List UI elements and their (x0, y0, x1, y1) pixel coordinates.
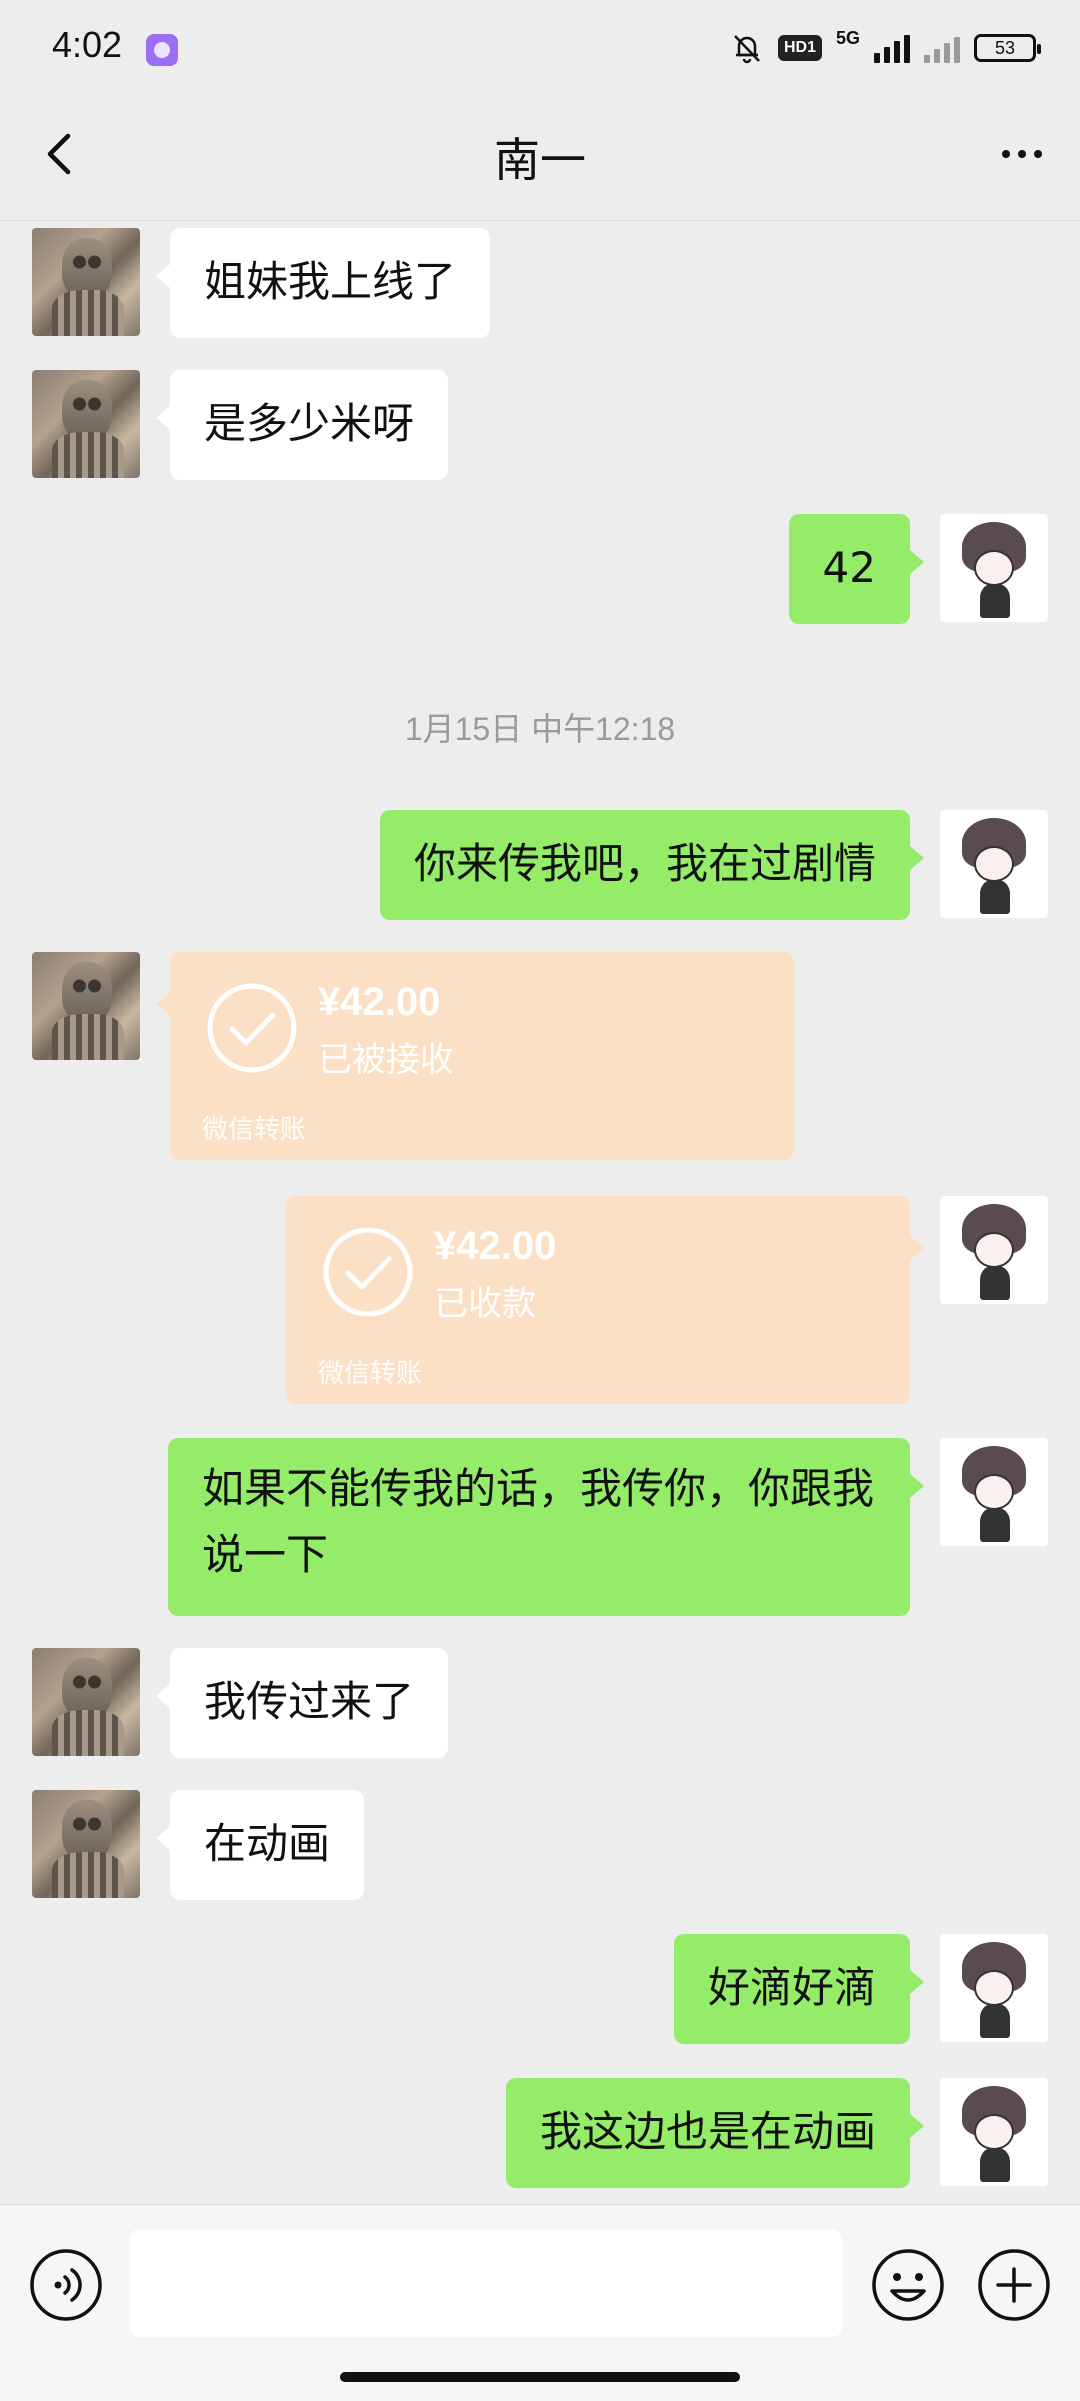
more-dots-icon[interactable] (990, 124, 1054, 184)
transfer-status: 已收款 (434, 1284, 536, 1324)
my-avatar[interactable] (940, 1196, 1048, 1304)
my-avatar[interactable] (940, 2078, 1048, 2186)
transfer-card-incoming[interactable]: ¥42.00 已被接收 微信转账 (156, 952, 794, 1160)
voice-icon[interactable] (28, 2247, 104, 2323)
transfer-amount: ¥42.00 (434, 1224, 557, 1268)
message-bubble-outgoing[interactable]: 好滴好滴 (673, 1934, 925, 2044)
message-text: 我传过来了 (204, 1677, 415, 1726)
message-text: 姐妹我上线了 (204, 257, 457, 306)
message-bubble-incoming[interactable]: 姐妹我上线了 (155, 228, 491, 338)
status-time: 4:02 (52, 24, 123, 65)
my-avatar[interactable] (940, 810, 1048, 918)
chat-header: 南一 (0, 96, 1080, 221)
message-text: 你来传我吧，我在过剧情 (413, 839, 876, 888)
hd-badge: HD1 (777, 35, 822, 61)
message-text: 是多少米呀 (204, 399, 415, 448)
signal-icon (874, 33, 910, 63)
contact-avatar[interactable] (32, 1790, 140, 1898)
check-circle-icon (207, 983, 297, 1073)
contact-avatar[interactable] (32, 952, 140, 1060)
message-text: 42 (822, 543, 876, 592)
transfer-card-outgoing[interactable]: ¥42.00 已收款 微信转账 (286, 1196, 924, 1404)
emoji-icon[interactable] (870, 2247, 946, 2323)
transfer-label: 微信转账 (202, 1115, 307, 1145)
message-bubble-incoming[interactable]: 是多少米呀 (155, 370, 449, 480)
message-bubble-outgoing[interactable]: 如果不能传我的话，我传你，你跟我说一下 (168, 1438, 924, 1616)
contact-avatar[interactable] (32, 1648, 140, 1756)
message-text: 在动画 (204, 1819, 331, 1868)
status-bar: 4:02 HD1 5G 53 (0, 0, 1080, 96)
check-circle-icon (323, 1227, 413, 1317)
contact-avatar[interactable] (32, 370, 140, 478)
transfer-status: 已被接收 (318, 1040, 454, 1080)
transfer-amount: ¥42.00 (318, 980, 441, 1024)
chat-title: 南一 (494, 133, 586, 187)
status-icons: HD1 5G 53 (730, 26, 1041, 70)
my-avatar[interactable] (940, 514, 1048, 622)
my-avatar[interactable] (940, 1438, 1048, 1546)
plus-icon[interactable] (976, 2247, 1052, 2323)
time-separator: 1月15日 中午12:18 (404, 711, 676, 747)
message-text: 好滴好滴 (707, 1963, 876, 2012)
message-bubble-incoming[interactable]: 我传过来了 (155, 1648, 449, 1758)
message-bubble-outgoing[interactable]: 42 (788, 514, 925, 624)
app-icon (146, 34, 178, 66)
message-bubble-outgoing[interactable]: 我这边也是在动画 (505, 2078, 925, 2188)
battery-icon: 53 (974, 34, 1041, 62)
network-type: 5G (835, 27, 860, 48)
message-text: 我这边也是在动画 (539, 2107, 876, 2156)
signal-secondary-icon (924, 33, 960, 63)
message-bubble-outgoing[interactable]: 你来传我吧，我在过剧情 (379, 810, 925, 920)
home-indicator[interactable] (340, 2372, 740, 2382)
message-bubble-incoming[interactable]: 在动画 (155, 1790, 365, 1900)
message-input[interactable] (130, 2229, 842, 2337)
transfer-label: 微信转账 (318, 1359, 423, 1389)
my-avatar[interactable] (940, 1934, 1048, 2042)
battery-level: 53 (994, 37, 1016, 58)
message-text: 如果不能传我的话，我传你，你跟我说一下 (202, 1464, 875, 1579)
contact-avatar[interactable] (32, 228, 140, 336)
mute-bell-icon (734, 35, 760, 64)
